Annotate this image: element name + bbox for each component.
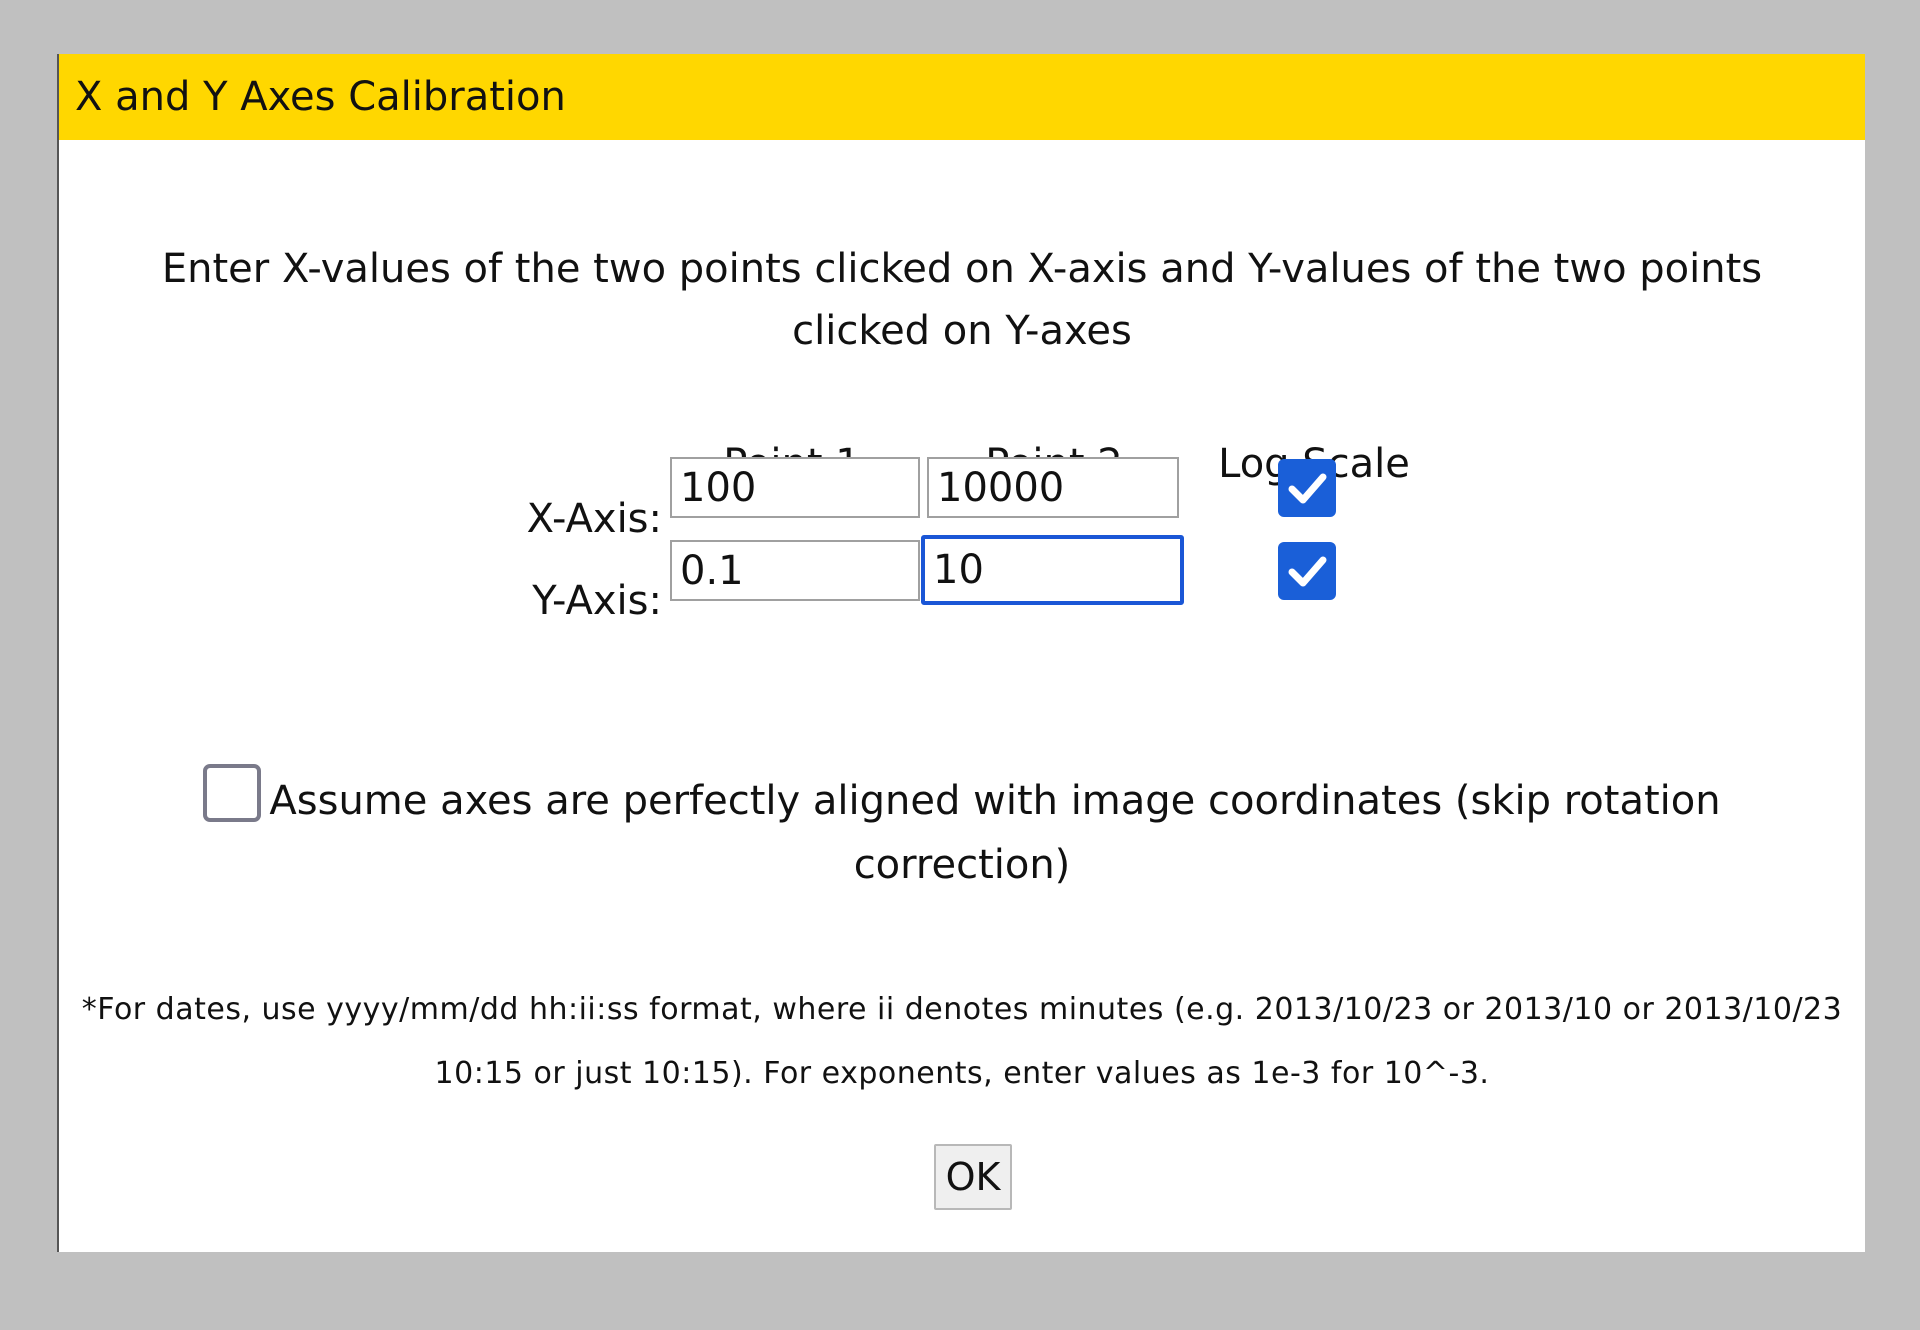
ok-button[interactable]: OK <box>934 1144 1012 1210</box>
checkmark-icon <box>1288 473 1327 504</box>
y-axis-point1-input[interactable] <box>670 540 920 601</box>
y-axis-label: Y-Axis: <box>532 578 662 624</box>
format-note: *For dates, use yyyy/mm/dd hh:ii:ss form… <box>81 992 1843 1091</box>
y-axis-log-scale-checkbox[interactable] <box>1278 542 1336 600</box>
calibration-dialog: X and Y Axes Calibration Enter X-values … <box>57 54 1865 1252</box>
assume-aligned-label: Assume axes are perfectly aligned with i… <box>269 778 1721 888</box>
y-axis-point2-input[interactable] <box>921 535 1184 605</box>
dialog-title: X and Y Axes Calibration <box>75 74 566 120</box>
x-axis-label: X-Axis: <box>526 496 662 542</box>
instructions-text: Enter X-values of the two points clicked… <box>161 246 1763 354</box>
x-axis-point2-input[interactable] <box>927 457 1179 518</box>
x-axis-log-scale-checkbox[interactable] <box>1278 459 1336 517</box>
assume-aligned-option: Assume axes are perfectly aligned with i… <box>99 764 1825 897</box>
assume-aligned-checkbox[interactable] <box>203 764 262 822</box>
x-axis-point1-input[interactable] <box>670 457 920 518</box>
checkmark-icon <box>1288 556 1327 587</box>
dialog-titlebar: X and Y Axes Calibration <box>59 54 1865 140</box>
